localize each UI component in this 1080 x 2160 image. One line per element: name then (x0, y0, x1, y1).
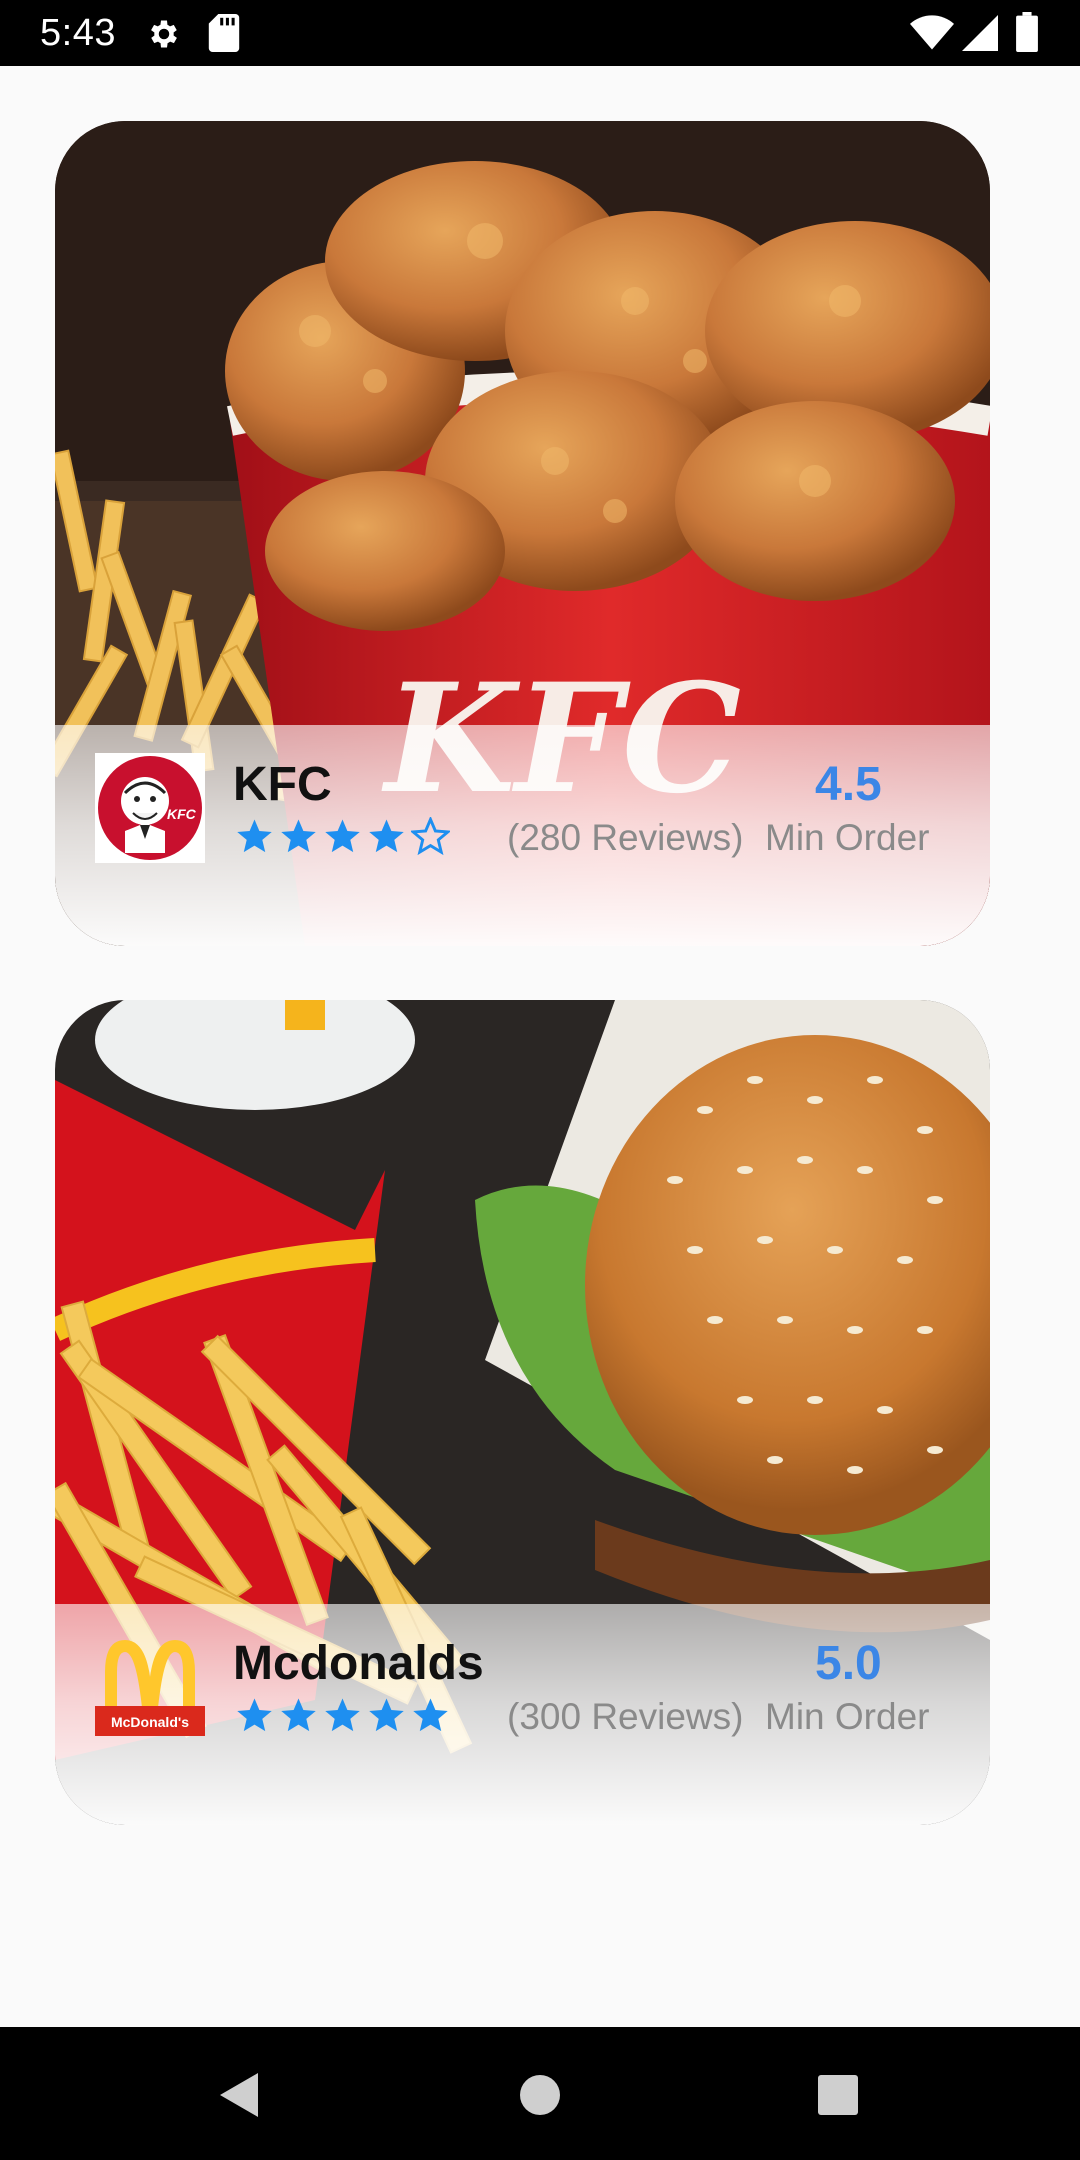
reviews-count: (300 Reviews) (507, 1696, 744, 1737)
recents-square-icon[interactable] (810, 2067, 866, 2123)
system-nav-bar (0, 2027, 1080, 2160)
restaurant-card-mcdonalds[interactable]: McDonald's Mcdonalds (300 Reviews) 5.0 M… (55, 1000, 990, 1825)
star-filled-icon (325, 1698, 360, 1732)
min-order-label: Min Order (765, 1696, 930, 1737)
wifi-icon (910, 15, 954, 50)
restaurant-name: KFC (233, 758, 332, 811)
restaurant-info-panel: KFC KFC (280 Reviews) 4.5 Min Order (55, 725, 990, 946)
star-filled-icon (281, 819, 316, 853)
mcdonalds-golden-arches-logo: McDonald's (95, 1640, 205, 1736)
home-circle-icon[interactable] (512, 2067, 568, 2123)
status-time: 5:43 (40, 12, 116, 54)
back-triangle-icon[interactable] (212, 2067, 268, 2123)
star-outline-icon (411, 817, 450, 856)
kfc-logo-lettering: KFC (167, 806, 197, 822)
rating-stars (235, 1696, 450, 1736)
star-filled-icon (413, 1698, 448, 1732)
star-filled-icon (237, 819, 272, 853)
restaurant-card-kfc[interactable]: KFC KFC KFC (280 Reviews) 4.5 (55, 121, 990, 946)
star-filled-icon (281, 1698, 316, 1732)
restaurant-info-panel: McDonald's Mcdonalds (300 Reviews) 5.0 M… (55, 1604, 990, 1825)
restaurant-name: Mcdonalds (233, 1637, 484, 1690)
cell-signal-icon (962, 15, 998, 51)
star-filled-icon (325, 819, 360, 853)
rating-value: 5.0 (815, 1637, 882, 1690)
mcdonalds-logo-lettering: McDonald's (111, 1714, 189, 1730)
status-bar: 5:43 (0, 0, 1080, 66)
rating-stars (235, 817, 450, 857)
star-filled-icon (237, 1698, 272, 1732)
kfc-colonel-logo: KFC (95, 753, 205, 863)
settings-gear-icon (151, 20, 177, 48)
reviews-count: (280 Reviews) (507, 817, 744, 858)
sd-card-icon (208, 14, 240, 52)
star-filled-icon (369, 819, 404, 853)
star-filled-icon (369, 1698, 404, 1732)
battery-icon (1016, 12, 1038, 52)
min-order-label: Min Order (765, 817, 930, 858)
rating-value: 4.5 (815, 758, 882, 811)
